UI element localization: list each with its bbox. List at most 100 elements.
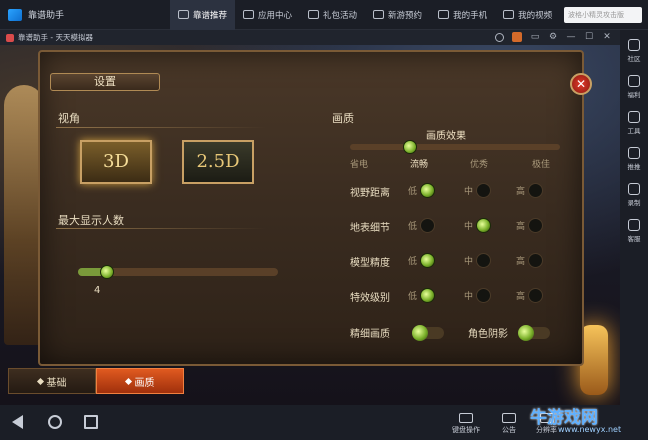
community-icon xyxy=(628,39,640,51)
settings-icon[interactable]: ⚙ xyxy=(548,32,558,42)
radio-button[interactable] xyxy=(420,288,436,303)
settings-panel xyxy=(38,50,584,366)
clock-icon[interactable] xyxy=(495,32,504,42)
quality-option-label: 高 xyxy=(516,222,526,232)
close-settings-button[interactable]: ✕ xyxy=(570,73,592,95)
sidebar-item-welfare[interactable]: 福利 xyxy=(628,70,641,104)
quality-option[interactable]: 中 xyxy=(464,288,492,303)
nav-tab-label: 我的手机 xyxy=(453,10,488,21)
toggle-knob xyxy=(518,325,534,341)
gift-icon xyxy=(628,75,640,87)
sidebar-item-push[interactable]: 推推 xyxy=(628,142,641,176)
quality-option[interactable]: 高 xyxy=(516,288,544,303)
tools-icon xyxy=(628,111,640,123)
sidebar-item-label: 工具 xyxy=(627,127,641,135)
watermark-url: www.newyx.net xyxy=(558,425,622,434)
quality-option-label: 中 xyxy=(464,187,474,197)
notice-button[interactable]: 公告 xyxy=(502,413,516,435)
max-players-slider-knob[interactable] xyxy=(100,265,114,279)
emulator-icon xyxy=(6,33,14,42)
recent-apps-icon[interactable] xyxy=(84,415,98,429)
sidebar-item-record[interactable]: 录制 xyxy=(628,178,641,212)
max-players-value: 4 xyxy=(94,285,101,296)
restore-icon[interactable]: ▭ xyxy=(530,32,540,42)
settings-tabs: 基础 画质 xyxy=(8,368,184,394)
radio-button[interactable] xyxy=(528,183,544,198)
nav-tab-label: 靠谱推荐 xyxy=(193,10,228,21)
divider xyxy=(56,127,266,128)
record-icon xyxy=(628,183,640,195)
radio-button[interactable] xyxy=(476,253,492,268)
radio-button[interactable] xyxy=(528,288,544,303)
clock-icon xyxy=(373,10,385,19)
radio-button[interactable] xyxy=(420,218,436,233)
view-2-5d-button[interactable]: 2.5D xyxy=(182,140,254,184)
window-controls: ▭ ⚙ — ☐ ✕ xyxy=(495,32,612,42)
radio-button[interactable] xyxy=(476,183,492,198)
quality-option[interactable]: 高 xyxy=(516,183,544,198)
sidebar-item-label: 客服 xyxy=(627,235,641,243)
game-icon[interactable] xyxy=(512,32,522,42)
close-icon[interactable]: ✕ xyxy=(602,32,612,42)
quality-option-label: 中 xyxy=(464,292,474,302)
phone-icon xyxy=(438,10,450,19)
support-icon xyxy=(628,219,640,231)
nav-tab-my-phone[interactable]: 我的手机 xyxy=(430,0,495,30)
max-players-label: 最大显示人数 xyxy=(58,214,124,227)
tab-label: 基础 xyxy=(46,377,67,389)
quality-option[interactable]: 高 xyxy=(516,253,544,268)
quality-effect-slider[interactable] xyxy=(350,144,560,150)
diamond-icon xyxy=(36,377,44,385)
keyboard-button[interactable]: 键盘操作 xyxy=(452,413,480,435)
radio-button[interactable] xyxy=(476,218,492,233)
view-3d-button[interactable]: 3D xyxy=(80,140,152,184)
top-app-bar: 靠谱助手 靠谱推荐 应用中心 礼包活动 新游预约 我的手机 我的视频 波格小精灵… xyxy=(0,0,648,30)
radio-button[interactable] xyxy=(476,288,492,303)
nav-tab-recommend[interactable]: 靠谱推荐 xyxy=(170,0,236,30)
radio-button[interactable] xyxy=(528,218,544,233)
character-shadow-toggle[interactable] xyxy=(518,325,550,341)
radio-button[interactable] xyxy=(420,183,436,198)
nav-tab-label: 应用中心 xyxy=(258,10,293,21)
right-sidebar: 社区 福利 工具 推推 录制 客服 xyxy=(620,30,648,405)
diamond-icon xyxy=(124,377,132,385)
toggle-knob xyxy=(412,325,428,341)
nav-tab-gifts[interactable]: 礼包活动 xyxy=(300,0,365,30)
nav-tab-new-games[interactable]: 新游预约 xyxy=(365,0,430,30)
quality-option[interactable]: 高 xyxy=(516,218,544,233)
home-circle-icon[interactable] xyxy=(48,415,62,429)
gamepad-icon xyxy=(243,10,255,19)
minimize-icon[interactable]: — xyxy=(566,32,576,42)
quality-option[interactable]: 低 xyxy=(408,218,436,233)
fine-quality-toggle[interactable] xyxy=(412,325,444,341)
quality-option[interactable]: 中 xyxy=(464,218,492,233)
video-icon xyxy=(503,10,515,19)
quality-option[interactable]: 低 xyxy=(408,253,436,268)
fine-quality-label: 精细画质 xyxy=(350,329,390,340)
tab-basic[interactable]: 基础 xyxy=(8,368,96,394)
radio-button[interactable] xyxy=(420,253,436,268)
search-input[interactable]: 波格小精灵攻击版 xyxy=(564,7,642,23)
back-icon[interactable] xyxy=(12,415,23,429)
quality-option[interactable]: 低 xyxy=(408,288,436,303)
quality-row-label: 特效级别 xyxy=(350,293,390,304)
quality-option-label: 中 xyxy=(464,257,474,267)
sidebar-item-tools[interactable]: 工具 xyxy=(628,106,641,140)
nav-tab-my-video[interactable]: 我的视频 xyxy=(495,0,560,30)
tab-quality[interactable]: 画质 xyxy=(96,368,184,394)
quality-row-label: 视野距离 xyxy=(350,188,390,199)
nav-tab-apps[interactable]: 应用中心 xyxy=(235,0,300,30)
quality-level-label: 极佳 xyxy=(532,160,551,170)
quality-option[interactable]: 低 xyxy=(408,183,436,198)
tool-label: 键盘操作 xyxy=(452,426,480,434)
window-title: 靠谱助手 - 天天模拟器 xyxy=(18,33,93,42)
nav-tab-label: 我的视频 xyxy=(518,10,553,21)
radio-button[interactable] xyxy=(528,253,544,268)
quality-effect-slider-knob[interactable] xyxy=(403,140,417,154)
settings-title: 设置 xyxy=(50,73,160,91)
sidebar-item-community[interactable]: 社区 xyxy=(628,34,641,68)
quality-option[interactable]: 中 xyxy=(464,183,492,198)
sidebar-item-support[interactable]: 客服 xyxy=(628,214,641,248)
maximize-icon[interactable]: ☐ xyxy=(584,32,594,42)
quality-option[interactable]: 中 xyxy=(464,253,492,268)
